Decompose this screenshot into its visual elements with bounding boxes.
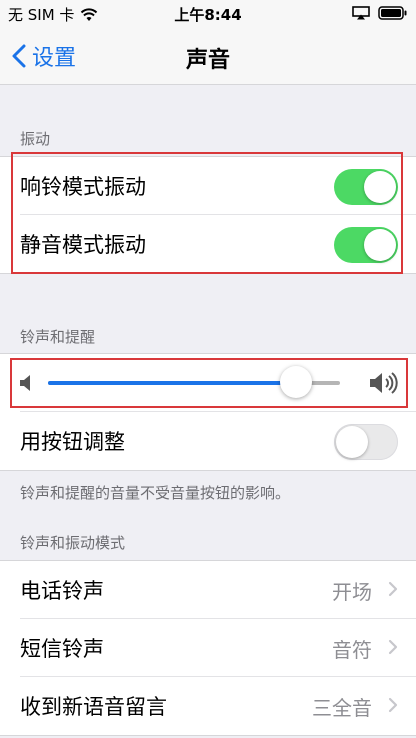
adjust-with-buttons-label: 用按钮调整	[20, 430, 125, 454]
text-tone-value: 音符	[332, 637, 372, 662]
new-voicemail-value: 三全音	[312, 695, 372, 720]
section-header-ringtone: 铃声和提醒	[20, 328, 96, 346]
status-right	[352, 6, 408, 20]
chevron-right-icon	[388, 639, 398, 655]
battery-icon	[378, 6, 407, 20]
chevron-right-icon	[388, 581, 398, 597]
vibration-group: 响铃模式振动 静音模式振动	[0, 156, 416, 274]
new-voicemail-row[interactable]: 收到新语音留言 三全音	[0, 677, 416, 735]
volume-high-icon	[370, 372, 398, 394]
silent-vibration-toggle[interactable]	[334, 227, 398, 263]
volume-slider-thumb[interactable]	[280, 366, 313, 398]
section-header-patterns: 铃声和振动模式	[20, 534, 126, 552]
ringtone-group: 用按钮调整	[0, 353, 416, 471]
volume-low-icon	[20, 375, 30, 391]
section-header-vibration: 振动	[20, 130, 51, 148]
ringtone-label: 电话铃声	[20, 579, 104, 603]
ring-vibration-label: 响铃模式振动	[20, 175, 146, 199]
text-tone-label: 短信铃声	[20, 637, 104, 661]
ringtone-row[interactable]: 电话铃声 开场	[0, 561, 416, 619]
volume-slider-fill	[48, 381, 297, 385]
screen-mirroring-icon	[352, 6, 370, 20]
ringtone-footnote: 铃声和提醒的音量不受音量按钮的影响。	[20, 484, 291, 502]
silent-vibration-label: 静音模式振动	[20, 233, 146, 257]
new-voicemail-label: 收到新语音留言	[20, 695, 167, 719]
ringtone-value: 开场	[332, 579, 372, 604]
text-tone-row[interactable]: 短信铃声 音符	[0, 619, 416, 677]
toggle-knob	[336, 426, 368, 458]
page-title: 声音	[185, 48, 230, 73]
navigation-bar: 设置 声音	[0, 28, 416, 85]
ring-vibration-toggle[interactable]	[334, 169, 398, 205]
toggle-knob	[364, 171, 396, 203]
silent-vibration-row[interactable]: 静音模式振动	[0, 215, 416, 273]
volume-slider-row	[0, 354, 416, 412]
ring-vibration-row[interactable]: 响铃模式振动	[0, 157, 416, 215]
adjust-with-buttons-toggle[interactable]	[334, 424, 398, 460]
chevron-right-icon	[388, 697, 398, 713]
adjust-with-buttons-row[interactable]: 用按钮调整	[0, 412, 416, 470]
patterns-group: 电话铃声 开场 短信铃声 音符 收到新语音留言 三全音	[0, 560, 416, 736]
status-bar: 无 SIM 卡 上午8:44	[0, 0, 416, 28]
toggle-knob	[364, 229, 396, 261]
